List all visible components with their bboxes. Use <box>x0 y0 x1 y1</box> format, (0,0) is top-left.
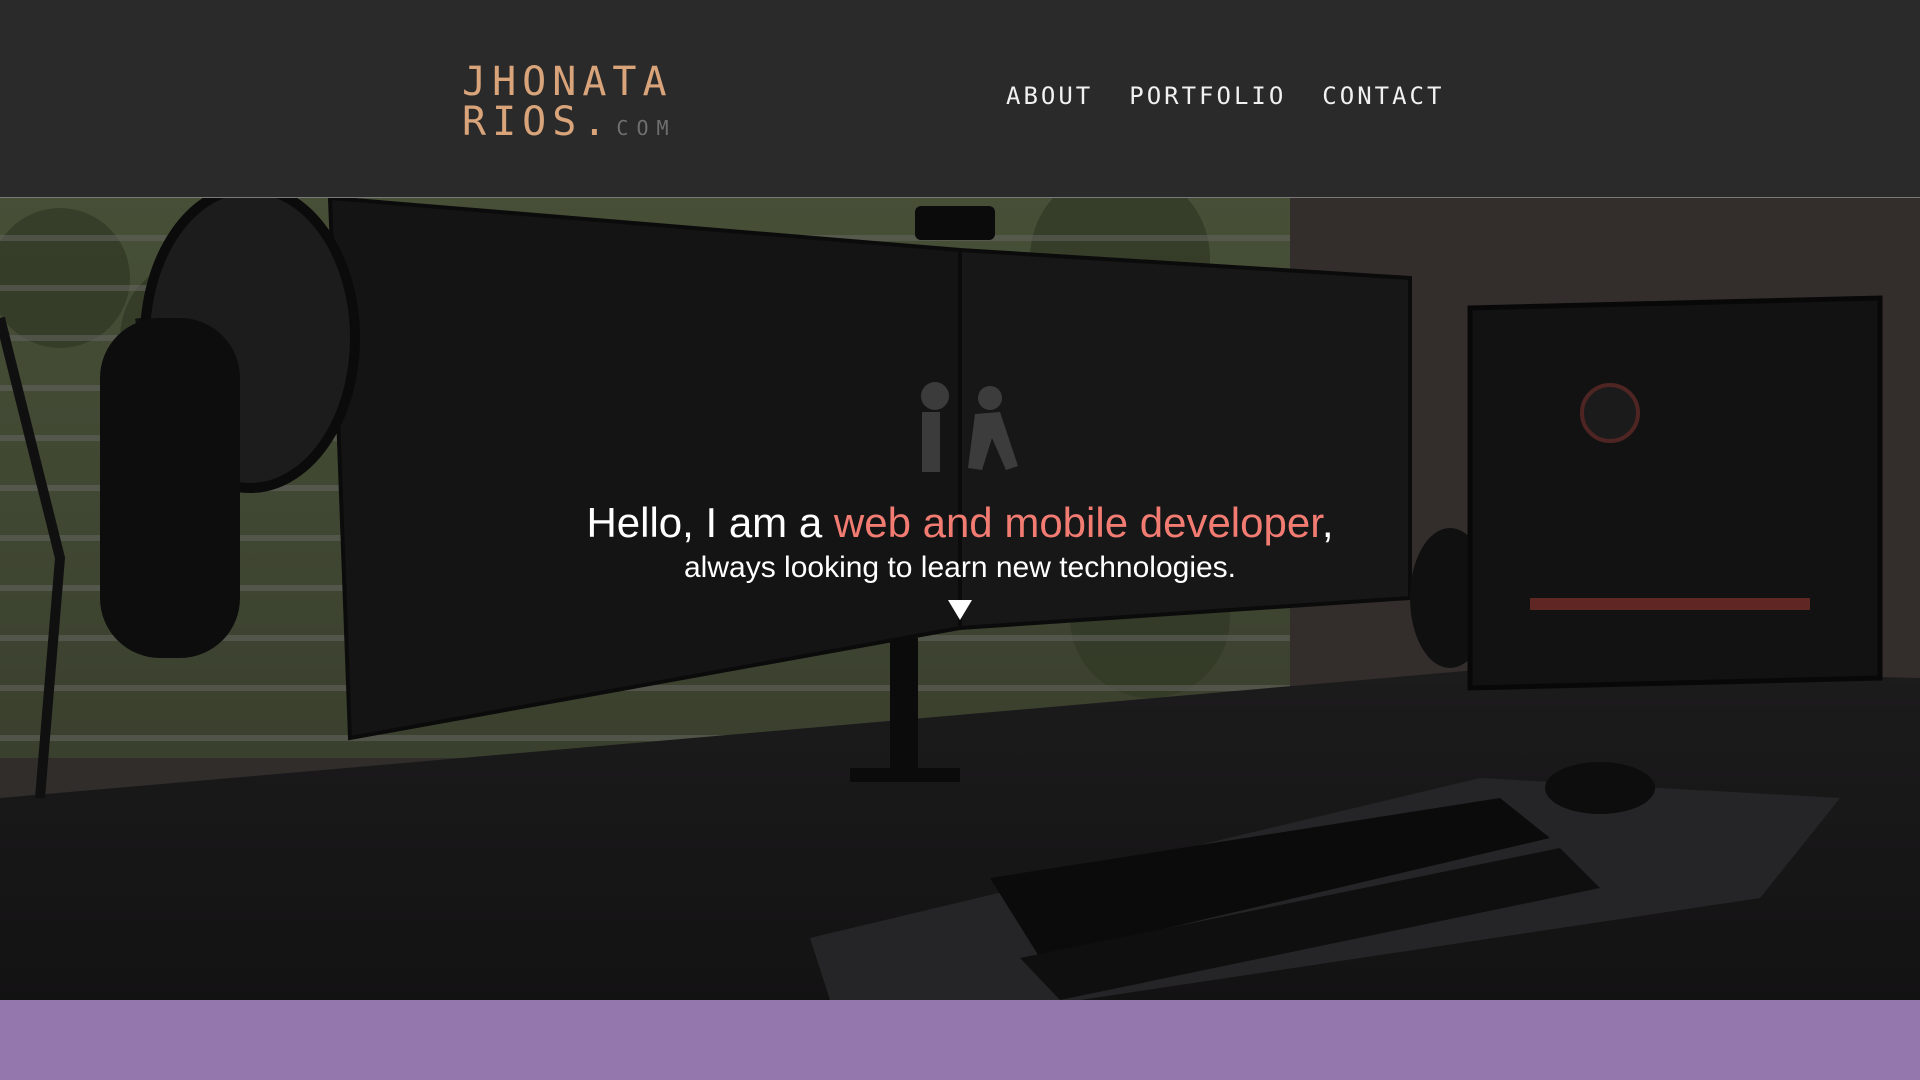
logo-dot: . <box>582 99 613 145</box>
section-band <box>0 1000 1920 1080</box>
logo-suffix: COM <box>616 116 677 140</box>
nav-about[interactable]: ABOUT <box>1006 82 1093 110</box>
headline-greeting: Hello, I am a <box>586 499 834 546</box>
site-header: JHONATA RIOS. COM ABOUT PORTFOLIO CONTACT <box>0 0 1920 198</box>
headline-comma: , <box>1321 499 1334 546</box>
logo-line-2: RIOS. COM <box>462 102 677 148</box>
nav-portfolio[interactable]: PORTFOLIO <box>1129 82 1286 110</box>
site-logo[interactable]: JHONATA RIOS. COM <box>462 62 677 148</box>
logo-rios: RIOS <box>462 99 583 145</box>
hero-headline: Hello, I am a web and mobile developer, <box>0 498 1920 548</box>
hero-background-image <box>0 198 1920 1000</box>
hero-subline: always looking to learn new technologies… <box>684 551 1236 584</box>
nav-contact[interactable]: CONTACT <box>1322 82 1444 110</box>
caret-down-icon[interactable] <box>948 600 972 620</box>
hero-section: Hello, I am a web and mobile developer, … <box>0 198 1920 1000</box>
logo-line-1: JHONATA <box>462 59 673 105</box>
main-nav: ABOUT PORTFOLIO CONTACT <box>1006 82 1444 110</box>
headline-highlight: web and mobile developer <box>833 499 1322 546</box>
